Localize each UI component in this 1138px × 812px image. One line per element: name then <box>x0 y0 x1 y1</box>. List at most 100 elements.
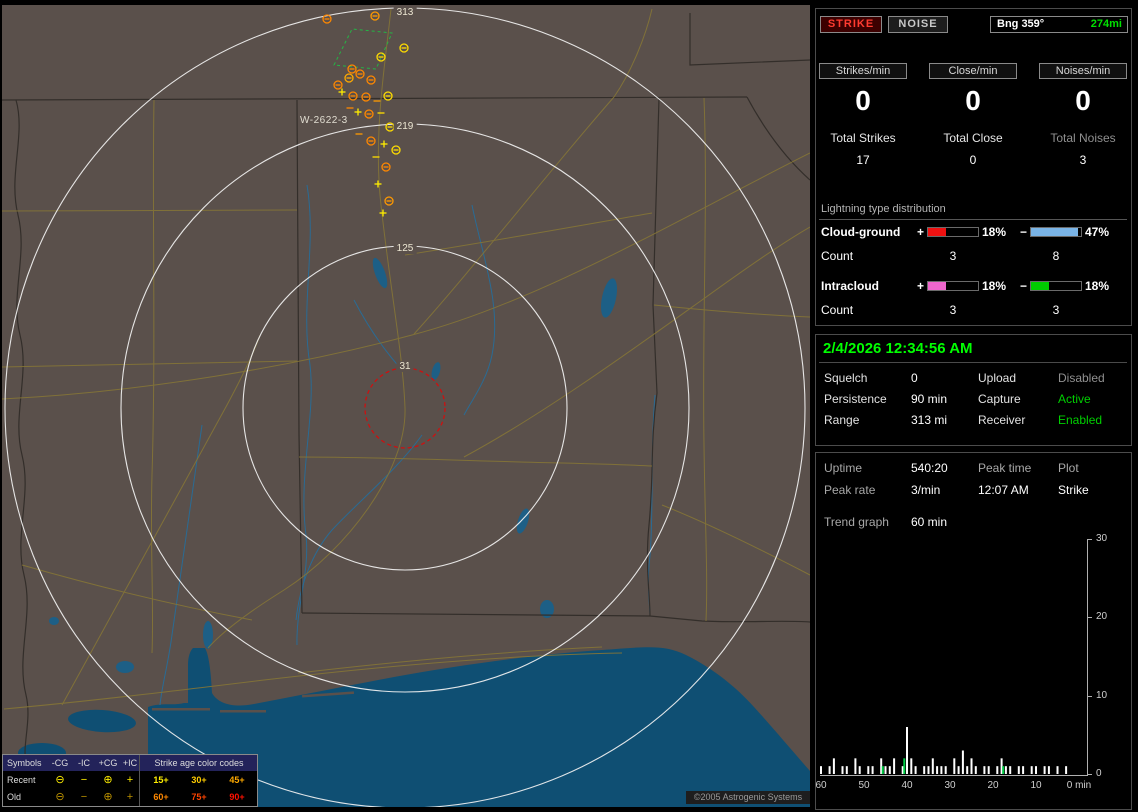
uptime-value: 540:20 <box>911 461 948 475</box>
cg-minus-sign: − <box>1020 225 1028 239</box>
close-per-min-header: Close/min <box>929 63 1017 79</box>
peak-rate-label: Peak rate <box>824 483 876 497</box>
cg-plus-count: 3 <box>949 249 957 263</box>
age-45: 45+ <box>229 775 245 785</box>
trend-bar <box>832 758 835 774</box>
bearing-distance: 274mi <box>1090 18 1122 30</box>
trend-y-tick-label: 0 <box>1096 768 1102 779</box>
trend-y-tick-label: 30 <box>1096 533 1108 544</box>
uptime-label: Uptime <box>824 461 863 475</box>
date-time-display: 2/4/2026 12:34:56 AM <box>823 340 973 357</box>
trend-bar <box>881 766 884 774</box>
bearing-value: Bng 359° <box>997 18 1045 30</box>
trend-bar <box>927 766 930 774</box>
age-60: 60+ <box>153 792 169 802</box>
intracloud-label: Intracloud <box>821 279 880 293</box>
legend-col-neg-ic: -IC <box>78 758 90 768</box>
cg-minus-count: 8 <box>1052 249 1060 263</box>
persistence-label: Persistence <box>824 392 887 406</box>
trend-bar <box>1004 766 1007 774</box>
range-label-31: 31 <box>396 361 414 372</box>
cg-minus-bar <box>1030 227 1082 237</box>
trend-bar <box>871 766 874 774</box>
trend-y-axis <box>1087 539 1088 776</box>
total-strikes-value: 17 <box>856 153 870 167</box>
settings-rule <box>819 362 1127 363</box>
total-strikes-label: Total Strikes <box>830 131 896 145</box>
trend-x-tick-label: 60 <box>815 780 827 791</box>
strikes-per-min-header: Strikes/min <box>819 63 907 79</box>
range-value: 313 mi <box>911 413 948 427</box>
trend-bars-canvas <box>820 727 1068 774</box>
sidebar: STRIKE NOISE Bng 359° 274mi Strikes/min … <box>815 8 1132 810</box>
close-per-min-value: 0 <box>965 85 981 116</box>
ic-plus-bar-fill <box>928 282 946 290</box>
legend-col-pos-cg: +CG <box>98 758 118 768</box>
upload-status: Disabled <box>1058 371 1105 385</box>
trend-bar <box>884 766 887 774</box>
cg-count-label: Count <box>821 249 854 263</box>
age-90: 90+ <box>229 792 245 802</box>
trend-window-value: 60 min <box>911 515 948 529</box>
trend-y-tick-label: 10 <box>1096 689 1108 701</box>
trend-bar <box>996 766 999 774</box>
trend-bar <box>923 766 926 774</box>
strikes-per-min-value: 0 <box>855 85 871 116</box>
trend-graph-label: Trend graph <box>824 515 889 529</box>
cg-plus-bar-fill <box>928 228 946 236</box>
trend-bar <box>970 758 973 774</box>
trend-bar <box>1056 766 1059 774</box>
legend-recent-label: Recent <box>7 775 36 785</box>
status-trend-panel: Uptime 540:20 Peak time Plot Peak rate 3… <box>815 452 1132 810</box>
trend-bar <box>845 766 848 774</box>
trend-bar <box>1022 766 1025 774</box>
trend-bar <box>987 766 990 774</box>
squelch-label: Squelch <box>824 371 868 385</box>
trend-bar <box>957 766 960 774</box>
cg-plus-sign: + <box>917 225 925 239</box>
trend-bar <box>1017 766 1020 774</box>
trend-bar <box>961 750 964 774</box>
old-neg-cg-icon: ⊖ <box>55 791 65 803</box>
legend-age-header: Strike age color codes <box>154 758 244 768</box>
trend-x-tick-label: 50 <box>858 780 870 791</box>
capture-label: Capture <box>978 392 1021 406</box>
trend-bar <box>820 766 822 774</box>
storm-cell-label: W-2622-3 <box>300 115 348 126</box>
legend-col-pos-ic: +IC <box>122 758 138 768</box>
trend-bar <box>914 766 917 774</box>
old-neg-ic-icon: − <box>80 791 88 803</box>
receiver-status: Enabled <box>1058 413 1103 427</box>
persistence-value: 90 min <box>911 392 948 406</box>
total-noises-label: Total Noises <box>1050 131 1116 145</box>
noise-toggle-button[interactable]: NOISE <box>888 16 948 33</box>
cg-minus-bar-fill <box>1031 228 1078 236</box>
peak-time-value: 12:07 AM <box>978 483 1029 497</box>
total-close-value: 0 <box>969 153 977 167</box>
trend-bar <box>1065 766 1068 774</box>
trend-bar <box>1035 766 1037 774</box>
ic-minus-count: 3 <box>1052 303 1060 317</box>
recent-pos-ic-icon: + <box>126 774 134 786</box>
strike-stats-panel: STRIKE NOISE Bng 359° 274mi Strikes/min … <box>815 8 1132 326</box>
trend-y-tick <box>1088 774 1092 775</box>
trend-x-tick-label: 10 <box>1030 780 1042 791</box>
range-label-219: 219 <box>393 121 417 132</box>
legend-old-label: Old <box>7 792 22 802</box>
trend-bar <box>1002 766 1005 774</box>
trend-bar <box>854 758 857 774</box>
plot-label: Plot <box>1058 461 1079 475</box>
ic-plus-bar <box>927 281 979 291</box>
trend-x-axis <box>820 775 1088 776</box>
trend-bar <box>828 766 831 774</box>
strike-toggle-button[interactable]: STRIKE <box>820 16 882 33</box>
recent-pos-cg-icon: ⊕ <box>103 774 113 786</box>
map-view[interactable]: 313 219 125 31 W-2622-3 Symbols -CG -IC … <box>2 5 810 807</box>
receiver-label: Receiver <box>978 413 1026 427</box>
ic-plus-sign: + <box>917 279 925 293</box>
age-75: 75+ <box>191 792 207 802</box>
ic-minus-pct: 18% <box>1085 279 1110 293</box>
upload-label: Upload <box>978 371 1017 385</box>
cg-plus-pct: 18% <box>982 225 1007 239</box>
ic-plus-pct: 18% <box>982 279 1007 293</box>
